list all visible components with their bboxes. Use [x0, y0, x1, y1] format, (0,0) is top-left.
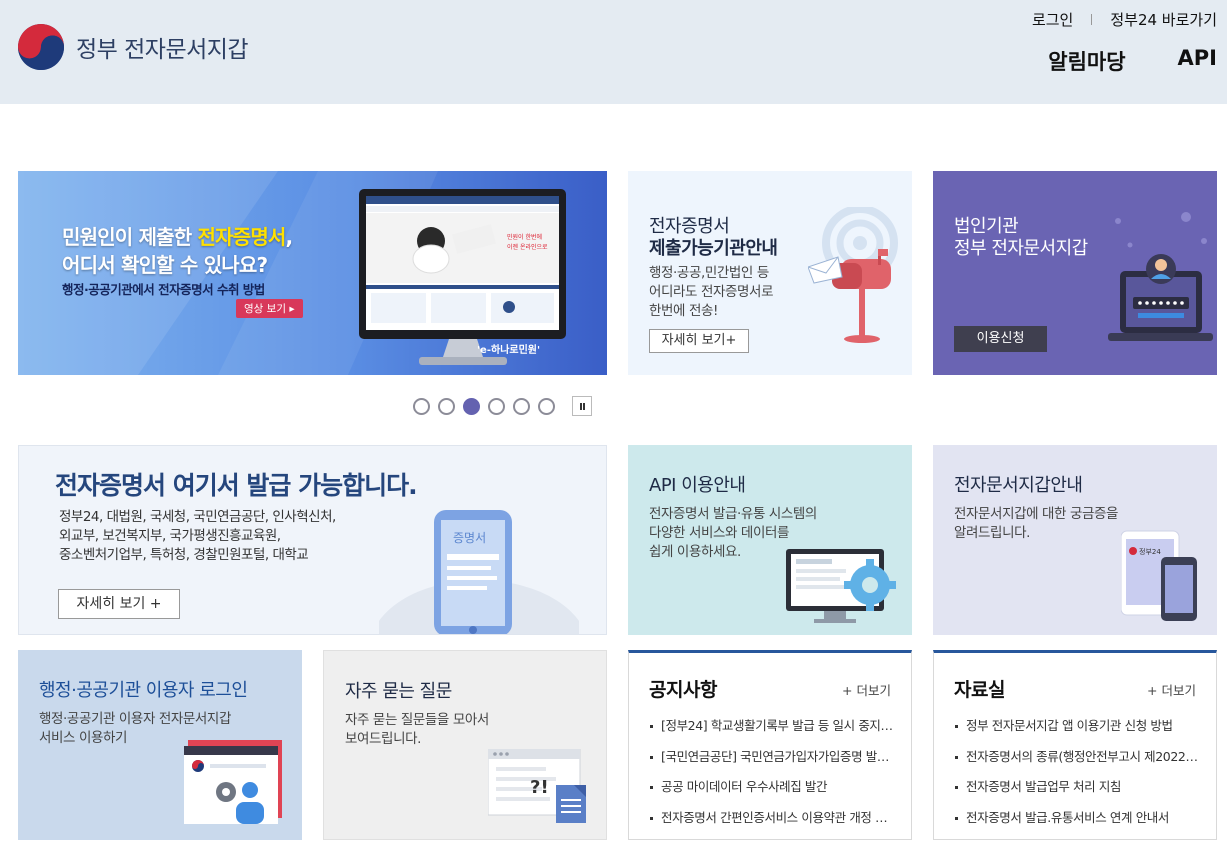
hero-headline-1: 민원인이 제출한 전자증명서, [62, 225, 293, 249]
pause-icon[interactable] [572, 396, 592, 416]
faq-card-desc: 자주 묻는 질문들을 모아서 보여드립니다. [345, 712, 489, 747]
api-guide-card[interactable]: API 이용안내 전자증명서 발급·유통 시스템의 다양한 서비스와 데이터를 쉽게… [628, 445, 912, 635]
site-logo[interactable]: 정부 전자문서지갑 [18, 24, 249, 70]
list-item[interactable]: 전자증명서 발급업무 처리 지침 [954, 772, 1200, 803]
apply-button[interactable]: 이용신청 [954, 326, 1047, 352]
main-nav: 알림마당 API [996, 46, 1217, 76]
submit-card-title-2: 제출가능기관안내 [649, 238, 778, 259]
taegeuk-logo-icon [18, 24, 64, 70]
carousel-dot[interactable] [413, 397, 430, 415]
list-item[interactable]: 공공 마이데이터 우수사례집 발간 [649, 772, 895, 803]
submit-institution-card[interactable]: 전자증명서 제출가능기관안내 행정·공공,민간법인 등 어디라도 전자증명서로 한번… [628, 171, 912, 375]
carousel-dot[interactable] [438, 397, 455, 415]
hero-subline: 행정·공공기관에서 전자증명서 수취 방법 [62, 282, 265, 297]
list-item[interactable]: 전자증명서 간편인증서비스 이용약관 개정 안내 [649, 803, 895, 834]
issue-card-title: 전자증명서 여기서 발급 가능합니다. [55, 471, 418, 500]
issuable-institutions-card[interactable]: 전자증명서 여기서 발급 가능합니다. 정부24, 대법원, 국세청, 국민연금… [18, 445, 607, 635]
svg-text:이젠 온라인으로: 이젠 온라인으로 [507, 243, 548, 251]
phone-label: 증명서 [453, 531, 486, 545]
faq-card[interactable]: 자주 묻는 질문 자주 묻는 질문들을 모아서 보여드립니다. ?! [323, 650, 607, 840]
browser-user-icon [184, 740, 282, 824]
list-item[interactable]: [국민연금공단] 국민연금가입자가입증명 발급 안내 [649, 742, 895, 773]
issue-card-detail-button[interactable]: 자세히 보기 + [58, 589, 180, 619]
corp-card-title-2: 정부 전자문서지갑 [954, 238, 1088, 259]
monitor-caption: 'e-하나로민원' [477, 343, 540, 356]
svg-text:민원이 한번에: 민원이 한번에 [507, 233, 542, 241]
gov24-link[interactable]: 정부24 바로가기 [1110, 9, 1217, 30]
archive-list: 정부 전자문서지갑 앱 이용기관 신청 방법 전자증명서의 종류(행정안전부고시… [954, 711, 1200, 833]
archive-board-title: 자료실 [954, 679, 1005, 701]
carousel-dot[interactable] [538, 397, 555, 415]
faq-card-title: 자주 묻는 질문 [345, 681, 452, 702]
mailbox-icon [808, 207, 898, 343]
page: 정부 전자문서지갑 로그인 정부24 바로가기 알림마당 API 민원인이 제출… [0, 0, 1227, 848]
carousel-dot[interactable] [488, 397, 505, 415]
utility-links: 로그인 정부24 바로가기 [1032, 9, 1217, 30]
list-item[interactable]: 정부 전자문서지갑 앱 이용기관 신청 방법 [954, 711, 1200, 742]
archive-more-link[interactable]: + 더보기 [1147, 680, 1196, 699]
carousel-pager [413, 396, 592, 416]
carousel-dot[interactable] [513, 397, 530, 415]
nav-notice[interactable]: 알림마당 [1048, 46, 1125, 76]
corporate-wallet-card[interactable]: 법인기관 정부 전자문서지갑 이용신청 [933, 171, 1217, 375]
tablet-label: 정부24 [1139, 547, 1161, 556]
header: 정부 전자문서지갑 로그인 정부24 바로가기 알림마당 API [0, 0, 1227, 104]
list-item[interactable]: [정부24] 학교생활기록부 발급 등 일시 중지 안내 [649, 711, 895, 742]
monitor-illustration-icon: 민원이 한번에 이젠 온라인으로 'e-하나로민원' [359, 189, 566, 365]
submit-card-desc: 행정·공공,민간법인 등 어디라도 전자증명서로 한번에 전송! [649, 265, 774, 319]
archive-board: 자료실 + 더보기 정부 전자문서지갑 앱 이용기관 신청 방법 전자증명서의 … [933, 650, 1217, 840]
phone-certificate-icon: 증명서 [379, 510, 579, 634]
login-card-title: 행정·공공기관 이용자 로그인 [39, 680, 248, 701]
notice-board: 공지사항 + 더보기 [정부24] 학교생활기록부 발급 등 일시 중지 안내 … [628, 650, 912, 840]
notice-board-title: 공지사항 [649, 679, 717, 701]
tablet-phone-icon: 정부24 [1121, 530, 1197, 621]
wallet-guide-card[interactable]: 전자문서지갑안내 전자문서지갑에 대한 궁금증을 알려드립니다. 정부24 [933, 445, 1217, 635]
wallet-card-title: 전자문서지갑안내 [954, 475, 1083, 496]
list-item[interactable]: 전자증명서의 종류(행정안전부고시 제2022호) [954, 742, 1200, 773]
hero-headline-2: 어디서 확인할 수 있나요? [62, 253, 268, 277]
submit-card-detail-button[interactable]: 자세히 보기+ [649, 329, 749, 353]
hero-banner[interactable]: 민원인이 제출한 전자증명서, 어디서 확인할 수 있나요? 행정·공공기관에서… [18, 171, 607, 375]
login-link[interactable]: 로그인 [1032, 9, 1073, 30]
institution-login-card[interactable]: 행정·공공기관 이용자 로그인 행정·공공기관 이용자 전자문서지갑 서비스 이용… [18, 650, 302, 840]
notice-list: [정부24] 학교생활기록부 발급 등 일시 중지 안내 [국민연금공단] 국민… [649, 711, 895, 833]
notice-more-link[interactable]: + 더보기 [842, 680, 891, 699]
carousel-dot[interactable] [463, 397, 480, 415]
svg-text:?!: ?! [530, 777, 549, 798]
issue-card-desc: 정부24, 대법원, 국세청, 국민연금공단, 인사혁신처, 외교부, 보건복지부… [59, 509, 336, 563]
list-item[interactable]: 전자증명서 발급.유통서비스 연계 안내서 [954, 803, 1200, 834]
api-card-title: API 이용안내 [649, 475, 746, 496]
laptop-user-icon [1108, 212, 1213, 341]
wallet-card-desc: 전자문서지갑에 대한 궁금증을 알려드립니다. [954, 506, 1119, 541]
video-button[interactable]: 영상 보기 ▸ [236, 299, 303, 318]
faq-document-icon: ?! [488, 749, 586, 823]
divider [1091, 14, 1093, 25]
monitor-gear-icon [786, 549, 896, 623]
logo-text: 정부 전자문서지갑 [76, 37, 249, 63]
nav-api[interactable]: API [1178, 46, 1217, 76]
